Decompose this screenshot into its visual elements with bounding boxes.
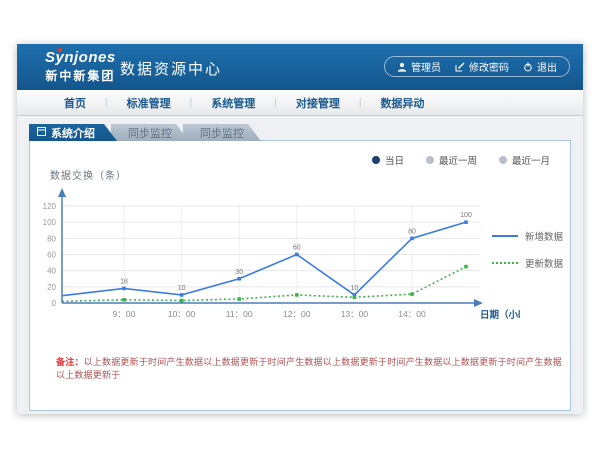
edit-icon bbox=[455, 62, 465, 72]
legend-line-sample bbox=[492, 262, 518, 264]
nav-item-data-change[interactable]: 数据异动 bbox=[361, 95, 443, 111]
svg-text:60: 60 bbox=[293, 245, 301, 252]
power-icon bbox=[523, 62, 533, 72]
tab-label: 同步监控 bbox=[128, 125, 172, 141]
svg-text:100: 100 bbox=[460, 212, 472, 219]
nav-item-home[interactable]: 首页 bbox=[45, 95, 105, 111]
app-title: 数据资源中心 bbox=[120, 58, 222, 79]
svg-text:12：00: 12：00 bbox=[283, 309, 311, 319]
footnote: 备注：以上数据更新于时间产生数据以上数据更新于时间产生数据以上数据更新于时间产生… bbox=[56, 355, 570, 381]
nav-item-interface-mgmt[interactable]: 对接管理 bbox=[277, 95, 359, 111]
svg-text:14：00: 14：00 bbox=[398, 309, 426, 319]
logout-button[interactable]: 退出 bbox=[523, 59, 557, 74]
svg-text:18: 18 bbox=[120, 278, 128, 285]
tab-label: 系统介绍 bbox=[51, 125, 95, 141]
tab-bar: 系统介绍 同步监控 同步监控 bbox=[29, 124, 261, 141]
change-password-label: 修改密码 bbox=[469, 59, 509, 74]
svg-text:11：00: 11：00 bbox=[226, 309, 253, 319]
nav-item-system-mgmt[interactable]: 系统管理 bbox=[192, 95, 274, 111]
radio-dot-icon bbox=[426, 156, 434, 164]
svg-text:0: 0 bbox=[52, 299, 57, 308]
svg-text:10：00: 10：00 bbox=[168, 309, 196, 319]
svg-text:30: 30 bbox=[235, 269, 243, 276]
svg-text:10: 10 bbox=[351, 285, 359, 292]
tab-sync-monitor-2[interactable]: 同步监控 bbox=[183, 124, 261, 141]
chart-legend: 新增数据 更新数据 bbox=[492, 229, 563, 283]
radio-dot-icon bbox=[372, 156, 380, 164]
line-chart: 0 20 40 60 80 100 120 9：00 10：00 11：00 12：00 13：00 1… bbox=[40, 181, 520, 331]
main-nav: 首页 | 标准管理 | 系统管理 | 对接管理 | 数据异动 bbox=[17, 90, 583, 116]
logo-spark-dot bbox=[58, 48, 62, 52]
tab-sync-monitor-1[interactable]: 同步监控 bbox=[111, 124, 189, 141]
radio-dot-icon bbox=[499, 156, 507, 164]
radio-last-week[interactable]: 最近一周 bbox=[426, 153, 477, 167]
time-range-filter: 当日 最近一周 最近一月 bbox=[372, 153, 550, 167]
footnote-prefix: 备注： bbox=[56, 357, 84, 367]
folder-icon bbox=[37, 127, 46, 139]
svg-text:80: 80 bbox=[408, 228, 416, 235]
svg-text:13：00: 13：00 bbox=[341, 309, 369, 319]
radio-last-month[interactable]: 最近一月 bbox=[499, 153, 550, 167]
svg-text:日期（小时）: 日期（小时） bbox=[480, 309, 520, 321]
svg-text:20: 20 bbox=[47, 283, 56, 292]
logo-company-name: 新中新集团 bbox=[45, 67, 116, 84]
nav-item-standard-mgmt[interactable]: 标准管理 bbox=[108, 95, 190, 111]
y-axis-title: 数据交换（条） bbox=[50, 167, 127, 182]
user-icon bbox=[397, 62, 407, 72]
tab-label: 同步监控 bbox=[200, 125, 244, 141]
tab-system-intro[interactable]: 系统介绍 bbox=[29, 124, 117, 141]
user-toolbar: 管理员 修改密码 退出 bbox=[384, 56, 570, 77]
logo-wordmark: Synjones bbox=[45, 49, 116, 66]
radio-today[interactable]: 当日 bbox=[372, 153, 404, 167]
content-panel: 当日 最近一周 最近一月 数据交换（条） 0 20 40 60 80 100 120 9：00… bbox=[29, 140, 571, 411]
svg-text:80: 80 bbox=[47, 234, 56, 243]
svg-text:100: 100 bbox=[43, 218, 57, 227]
footnote-text: 以上数据更新于时间产生数据以上数据更新于时间产生数据以上数据更新于时间产生数据以… bbox=[56, 357, 562, 380]
admin-user-button[interactable]: 管理员 bbox=[397, 59, 441, 74]
svg-text:60: 60 bbox=[47, 251, 56, 260]
legend-item-new-data: 新增数据 bbox=[492, 229, 563, 243]
legend-item-update-data: 更新数据 bbox=[492, 256, 563, 270]
svg-text:40: 40 bbox=[47, 267, 56, 276]
svg-text:10: 10 bbox=[178, 285, 186, 292]
legend-line-sample bbox=[492, 235, 518, 237]
app-window: Synjones 新中新集团 数据资源中心 管理员 修改密码 bbox=[17, 44, 583, 414]
company-logo: Synjones 新中新集团 bbox=[45, 49, 116, 84]
svg-text:9：00: 9：00 bbox=[113, 309, 136, 319]
svg-text:120: 120 bbox=[43, 202, 57, 211]
logout-label: 退出 bbox=[537, 59, 557, 74]
admin-user-label: 管理员 bbox=[411, 59, 441, 74]
change-password-button[interactable]: 修改密码 bbox=[455, 59, 509, 74]
header: Synjones 新中新集团 数据资源中心 管理员 修改密码 bbox=[17, 44, 583, 90]
